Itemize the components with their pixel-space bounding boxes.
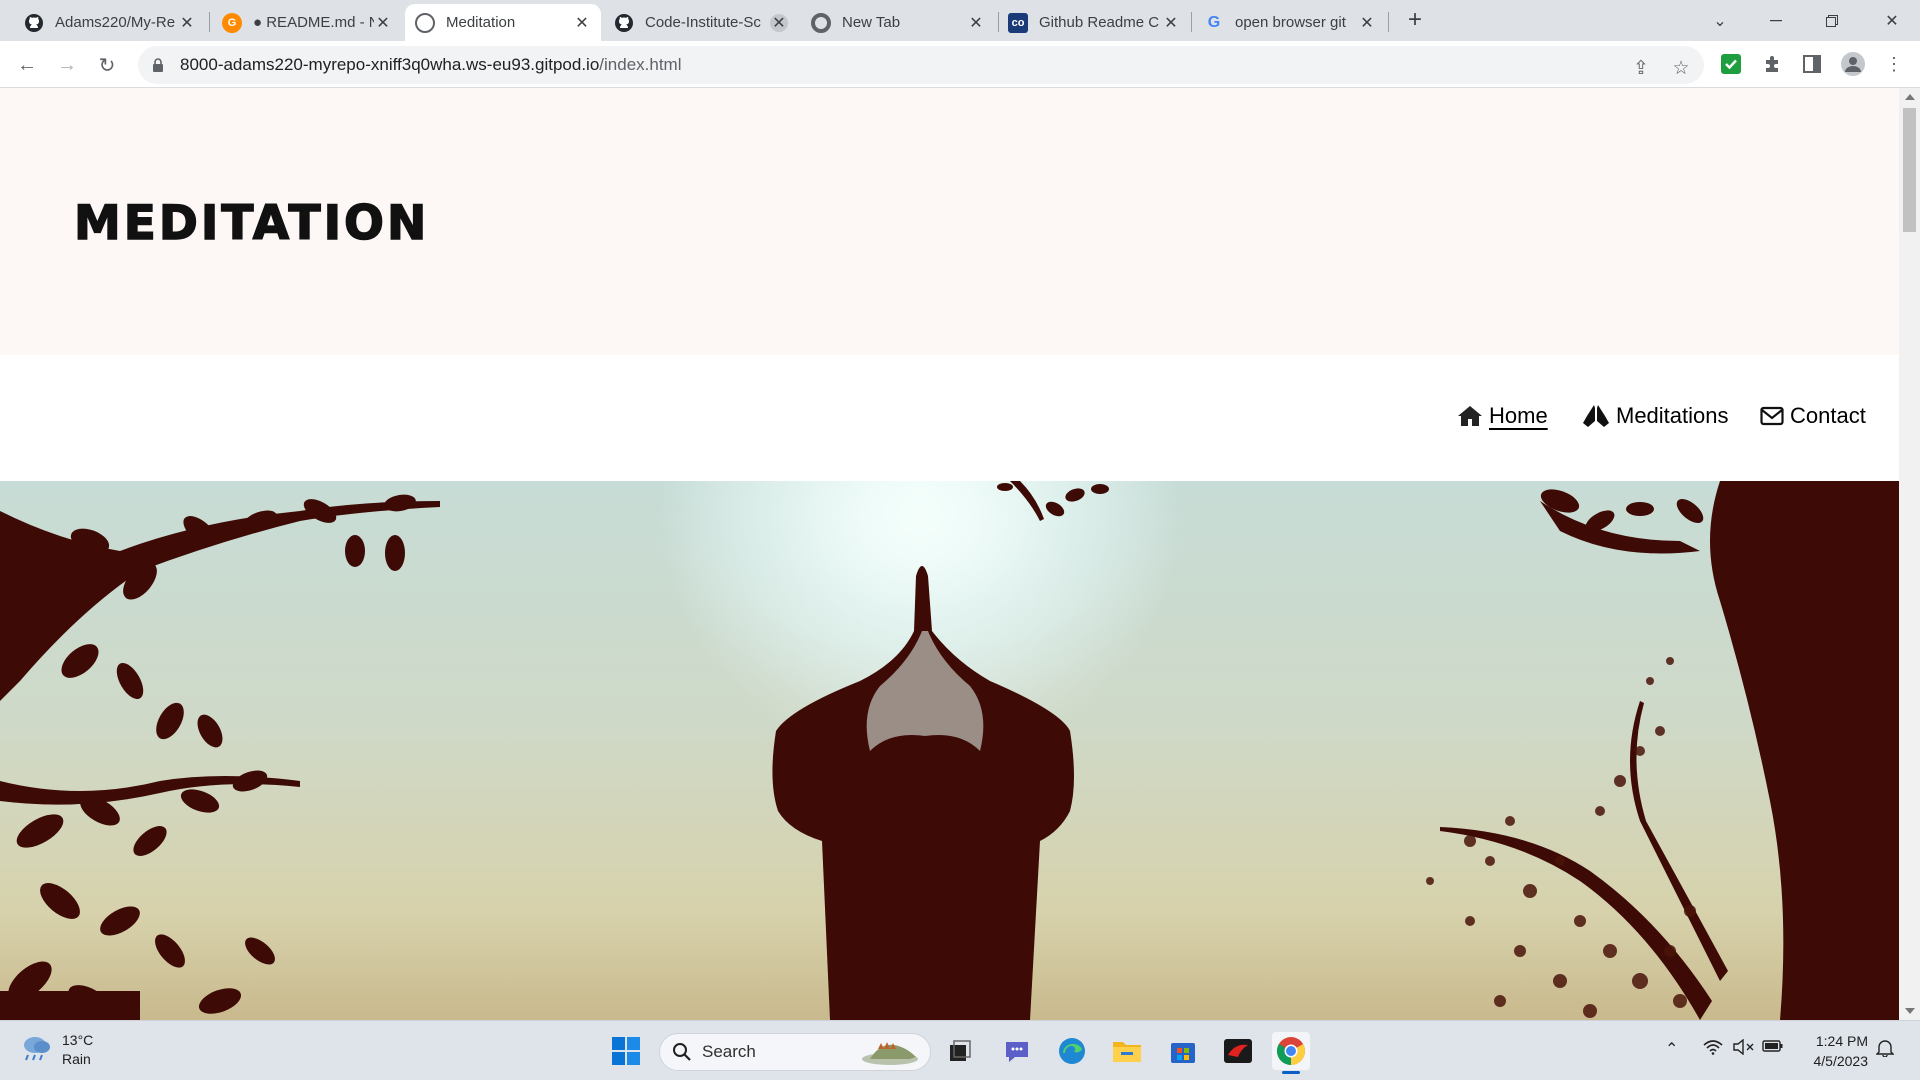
close-tab-icon[interactable]: ✕ [178, 14, 196, 32]
minimize-button[interactable] [1748, 0, 1804, 41]
tab-github-repo[interactable]: Adams220/My-Re ✕ [14, 4, 206, 41]
tab-title: Meditation [446, 14, 516, 31]
new-tab-button[interactable]: + [1401, 6, 1429, 34]
tab-github-readme[interactable]: co Github Readme C ✕ [998, 4, 1190, 41]
back-button[interactable]: ← [11, 49, 43, 81]
tab-title: open browser git [1235, 14, 1346, 31]
google-icon: G [1207, 13, 1221, 31]
taskbar-search-box[interactable]: Search [659, 1033, 931, 1071]
url-text: 8000-adams220-myrepo-xniff3q0wha.ws-eu93… [180, 55, 681, 75]
address-bar[interactable]: 8000-adams220-myrepo-xniff3q0wha.ws-eu93… [138, 46, 1704, 84]
weather-condition: Rain [62, 1051, 91, 1067]
nav-home-label: Home [1489, 403, 1548, 428]
search-icon [672, 1042, 692, 1062]
github-icon [24, 13, 44, 33]
close-tab-icon[interactable]: ✕ [967, 14, 985, 32]
edge-browser-icon[interactable] [1053, 1032, 1091, 1070]
restore-button[interactable] [1804, 0, 1860, 41]
url-host: 8000-adams220-myrepo-xniff3q0wha.ws-eu93… [180, 55, 600, 74]
site-header: MEDITATION [0, 88, 1899, 355]
rain-cloud-icon [20, 1033, 52, 1068]
system-clock[interactable]: 1:24 PM 4/5/2023 [1796, 1031, 1869, 1071]
close-window-button[interactable]: ✕ [1864, 0, 1920, 41]
chrome-icon [811, 12, 831, 33]
side-panel-icon[interactable] [1798, 50, 1826, 78]
tab-separator [209, 12, 210, 32]
tab-title: New Tab [842, 14, 901, 31]
scroll-up-arrow-icon[interactable] [1905, 94, 1915, 100]
close-tab-icon[interactable]: ✕ [1358, 14, 1376, 32]
lock-icon [152, 58, 164, 72]
meditation-silhouette-illustration [0, 481, 1899, 1020]
extension-checkmark-icon[interactable] [1717, 50, 1745, 78]
tab-title: Adams220/My-Re [55, 14, 176, 31]
tab-meditation[interactable]: Meditation ✕ [405, 4, 601, 41]
browser-toolbar: ← → ↻ 8000-adams220-myrepo-xniff3q0wha.w… [0, 41, 1920, 88]
notification-bell-icon[interactable] [1875, 1039, 1895, 1062]
nav-home-link[interactable]: Home [1457, 403, 1548, 429]
chrome-taskbar-icon[interactable] [1272, 1032, 1310, 1074]
tab-title: ● README.md - N [253, 14, 374, 31]
windows-taskbar: 13°C Rain Search ⌃ 1:24 PM 4/5/2023 [0, 1020, 1920, 1080]
microsoft-store-icon[interactable] [1164, 1032, 1202, 1070]
nav-contact-label: Contact [1790, 403, 1866, 428]
tab-google-search[interactable]: G open browser git ✕ [1194, 4, 1386, 41]
extensions-puzzle-icon[interactable] [1758, 50, 1786, 78]
tab-separator [1191, 12, 1192, 32]
tab-separator [1388, 12, 1389, 32]
nav-meditations-label: Meditations [1616, 403, 1729, 428]
weather-widget[interactable]: 13°C Rain [20, 1031, 93, 1069]
profile-avatar-icon[interactable] [1839, 50, 1867, 78]
tab-new-tab[interactable]: New Tab ✕ [801, 4, 995, 41]
page-scrollbar[interactable] [1899, 88, 1920, 1020]
volume-muted-icon[interactable] [1733, 1038, 1755, 1060]
tab-title: Github Readme C [1039, 14, 1160, 31]
tab-search-chevron-icon[interactable]: ⌄ [1692, 0, 1748, 41]
active-app-indicator [1282, 1071, 1300, 1074]
battery-charging-icon[interactable] [1762, 1039, 1784, 1058]
page-viewport: MEDITATION Home Meditations Contact [0, 88, 1899, 1020]
tab-title: Code-Institute-Sc [645, 14, 761, 31]
dinosaur-search-highlight-icon [860, 1037, 922, 1067]
clock-time: 1:24 PM [1815, 1033, 1868, 1049]
file-explorer-icon[interactable] [1108, 1032, 1146, 1070]
weather-temperature: 13°C [62, 1032, 94, 1048]
praying-hands-icon [1582, 404, 1610, 428]
envelope-icon [1760, 406, 1784, 426]
close-tab-icon[interactable]: ✕ [770, 13, 788, 32]
search-label: Search [702, 1042, 756, 1061]
bookmark-star-icon[interactable]: ☆ [1668, 55, 1694, 81]
tab-code-institute[interactable]: Code-Institute-Sc ✕ [604, 4, 798, 41]
tab-readme[interactable]: G ● README.md - N ✕ [212, 4, 402, 41]
site-navbar: Home Meditations Contact [0, 355, 1899, 481]
nav-meditations-link[interactable]: Meditations [1582, 403, 1729, 429]
hero-image [0, 481, 1899, 1020]
scrollbar-thumb[interactable] [1903, 108, 1916, 232]
wifi-icon[interactable] [1703, 1039, 1723, 1060]
nav-contact-link[interactable]: Contact [1760, 403, 1866, 429]
github-icon [614, 13, 634, 33]
share-icon[interactable]: ⇪ [1628, 55, 1654, 81]
forward-button[interactable]: → [51, 49, 83, 81]
tab-strip: Adams220/My-Re ✕ G ● README.md - N ✕ Med… [0, 0, 1920, 41]
teams-chat-icon[interactable] [998, 1032, 1036, 1070]
gitpod-icon: G [222, 12, 242, 33]
browser-menu-icon[interactable]: ⋮ [1880, 50, 1908, 78]
site-logo[interactable]: MEDITATION [73, 195, 429, 252]
url-path: /index.html [599, 55, 682, 74]
reload-button[interactable]: ↻ [91, 49, 123, 81]
clock-date: 4/5/2023 [1813, 1053, 1869, 1069]
codeanywhere-icon: co [1008, 12, 1028, 33]
scroll-down-arrow-icon[interactable] [1905, 1008, 1915, 1014]
close-tab-icon[interactable]: ✕ [1162, 14, 1180, 32]
close-tab-icon[interactable]: ✕ [374, 14, 392, 32]
red-app-icon[interactable] [1219, 1032, 1257, 1070]
close-tab-icon[interactable]: ✕ [573, 14, 591, 32]
globe-icon [415, 12, 435, 33]
home-icon [1457, 405, 1483, 427]
show-hidden-icons-chevron-icon[interactable]: ⌃ [1665, 1039, 1678, 1059]
task-view-icon[interactable] [941, 1032, 979, 1070]
windows-start-icon[interactable] [607, 1032, 645, 1070]
